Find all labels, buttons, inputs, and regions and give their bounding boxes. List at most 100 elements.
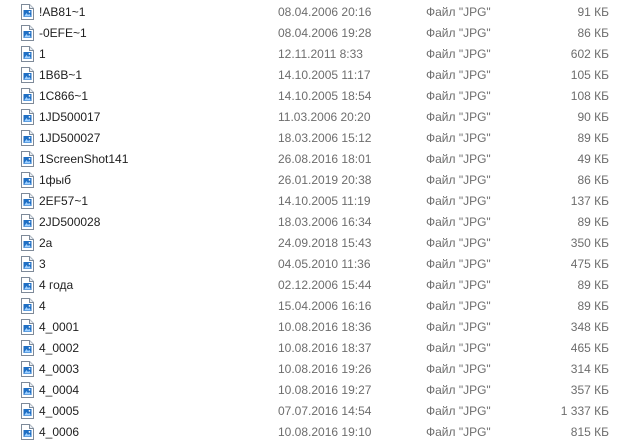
file-size: 348 КБ — [570, 320, 609, 334]
jpg-file-icon — [21, 25, 34, 41]
file-row[interactable]: 3 04.05.2010 11:36 Файл "JPG" 475 КБ — [0, 254, 633, 275]
file-name: 2JD500028 — [39, 215, 101, 229]
file-type: Файл "JPG" — [426, 26, 491, 40]
file-type: Файл "JPG" — [426, 5, 491, 19]
file-type: Файл "JPG" — [426, 152, 491, 166]
file-type: Файл "JPG" — [426, 425, 491, 439]
file-row[interactable]: 1 12.11.2011 8:33 Файл "JPG" 602 КБ — [0, 44, 633, 65]
file-name: 1B6B~1 — [39, 68, 83, 82]
file-date: 15.04.2006 16:16 — [278, 299, 372, 313]
file-row[interactable]: 4 15.04.2006 16:16 Файл "JPG" 89 КБ — [0, 296, 633, 317]
jpg-file-icon — [21, 109, 34, 125]
file-name: 4_0006 — [39, 425, 80, 439]
file-date: 11.03.2006 20:20 — [278, 110, 371, 124]
jpg-file-icon — [21, 67, 34, 83]
file-name: 4_0002 — [39, 341, 80, 355]
jpg-file-icon — [21, 361, 34, 377]
file-row[interactable]: 4_0006 10.08.2016 19:10 Файл "JPG" 815 КБ — [0, 422, 633, 443]
jpg-file-icon — [21, 298, 34, 314]
file-date: 18.03.2006 15:12 — [278, 131, 372, 145]
file-size: 1 337 КБ — [560, 404, 609, 418]
file-date: 10.08.2016 19:10 — [278, 425, 372, 439]
file-size: 86 КБ — [577, 26, 609, 40]
file-row[interactable]: 1C866~1 14.10.2005 18:54 Файл "JPG" 108 КБ — [0, 86, 633, 107]
file-date: 12.11.2011 8:33 — [278, 47, 363, 61]
jpg-file-icon — [21, 340, 34, 356]
jpg-file-icon — [21, 130, 34, 146]
file-size: 86 КБ — [577, 173, 609, 187]
file-name: 2EF57~1 — [39, 194, 89, 208]
file-size: 105 КБ — [570, 68, 609, 82]
file-row[interactable]: !AB81~1 08.04.2006 20:16 Файл "JPG" 91 КБ — [0, 2, 633, 23]
file-size: 91 КБ — [577, 5, 609, 19]
file-name: 4_0005 — [39, 404, 80, 418]
file-size: 465 КБ — [570, 341, 609, 355]
file-row[interactable]: 4_0003 10.08.2016 19:26 Файл "JPG" 314 КБ — [0, 359, 633, 380]
file-date: 04.05.2010 11:36 — [278, 257, 371, 271]
file-name: 2a — [39, 236, 53, 250]
file-type: Файл "JPG" — [426, 236, 491, 250]
file-row[interactable]: 1ScreenShot141 26.08.2016 18:01 Файл "JPG"… — [0, 149, 633, 170]
file-size: 89 КБ — [577, 299, 609, 313]
jpg-file-icon — [21, 256, 34, 272]
file-type: Файл "JPG" — [426, 320, 491, 334]
file-type: Файл "JPG" — [426, 299, 491, 313]
file-size: 89 КБ — [577, 278, 609, 292]
file-name: !AB81~1 — [39, 5, 86, 19]
file-size: 314 КБ — [570, 362, 609, 376]
file-type: Файл "JPG" — [426, 194, 491, 208]
file-name: 1фыб — [39, 173, 72, 187]
file-type: Файл "JPG" — [426, 110, 491, 124]
jpg-file-icon — [21, 46, 34, 62]
jpg-file-icon — [21, 319, 34, 335]
file-size: 137 КБ — [570, 194, 609, 208]
file-row[interactable]: 2a 24.09.2018 15:43 Файл "JPG" 350 КБ — [0, 233, 633, 254]
file-row[interactable]: 4_0004 10.08.2016 19:27 Файл "JPG" 357 КБ — [0, 380, 633, 401]
file-type: Файл "JPG" — [426, 215, 491, 229]
file-type: Файл "JPG" — [426, 278, 491, 292]
file-type: Файл "JPG" — [426, 404, 491, 418]
file-size: 815 КБ — [570, 425, 609, 439]
file-date: 08.04.2006 19:28 — [278, 26, 372, 40]
file-date: 26.08.2016 18:01 — [278, 152, 372, 166]
jpg-file-icon — [21, 277, 34, 293]
jpg-file-icon — [21, 4, 34, 20]
file-type: Файл "JPG" — [426, 341, 491, 355]
jpg-file-icon — [21, 424, 34, 440]
file-name: 4 года — [39, 278, 74, 292]
file-date: 14.10.2005 11:19 — [278, 194, 371, 208]
file-date: 02.12.2006 15:44 — [278, 278, 372, 292]
file-row[interactable]: 1JD500017 11.03.2006 20:20 Файл "JPG" 90 КБ — [0, 107, 633, 128]
jpg-file-icon — [21, 214, 34, 230]
file-size: 49 КБ — [577, 152, 609, 166]
file-name: 1C866~1 — [39, 89, 89, 103]
file-size: 108 КБ — [570, 89, 609, 103]
file-row[interactable]: 1JD500027 18.03.2006 15:12 Файл "JPG" 89 КБ — [0, 128, 633, 149]
file-row[interactable]: 1B6B~1 14.10.2005 11:17 Файл "JPG" 105 КБ — [0, 65, 633, 86]
file-name: 1JD500017 — [39, 110, 101, 124]
file-name: 4_0004 — [39, 383, 80, 397]
jpg-file-icon — [21, 88, 34, 104]
jpg-file-icon — [21, 193, 34, 209]
file-date: 10.08.2016 19:26 — [278, 362, 372, 376]
file-type: Файл "JPG" — [426, 47, 491, 61]
file-row[interactable]: 4 года 02.12.2006 15:44 Файл "JPG" 89 КБ — [0, 275, 633, 296]
file-size: 89 КБ — [577, 215, 609, 229]
file-size: 602 КБ — [570, 47, 609, 61]
file-size: 89 КБ — [577, 131, 609, 145]
file-size: 357 КБ — [570, 383, 609, 397]
file-row[interactable]: 1фыб 26.01.2019 20:38 Файл "JPG" 86 КБ — [0, 170, 633, 191]
file-name: 3 — [39, 257, 46, 271]
file-name: 1 — [39, 47, 46, 61]
file-row[interactable]: 2EF57~1 14.10.2005 11:19 Файл "JPG" 137 КБ — [0, 191, 633, 212]
file-row[interactable]: 4_0002 10.08.2016 18:37 Файл "JPG" 465 КБ — [0, 338, 633, 359]
file-type: Файл "JPG" — [426, 89, 491, 103]
file-date: 07.07.2016 14:54 — [278, 404, 372, 418]
file-size: 475 КБ — [570, 257, 609, 271]
file-date: 14.10.2005 18:54 — [278, 89, 372, 103]
file-row[interactable]: 4_0005 07.07.2016 14:54 Файл "JPG" 1 337 КБ — [0, 401, 633, 422]
file-row[interactable]: 2JD500028 18.03.2006 16:34 Файл "JPG" 89 КБ — [0, 212, 633, 233]
file-date: 24.09.2018 15:43 — [278, 236, 372, 250]
file-row[interactable]: 4_0001 10.08.2016 18:36 Файл "JPG" 348 КБ — [0, 317, 633, 338]
file-row[interactable]: -0EFE~1 08.04.2006 19:28 Файл "JPG" 86 КБ — [0, 23, 633, 44]
